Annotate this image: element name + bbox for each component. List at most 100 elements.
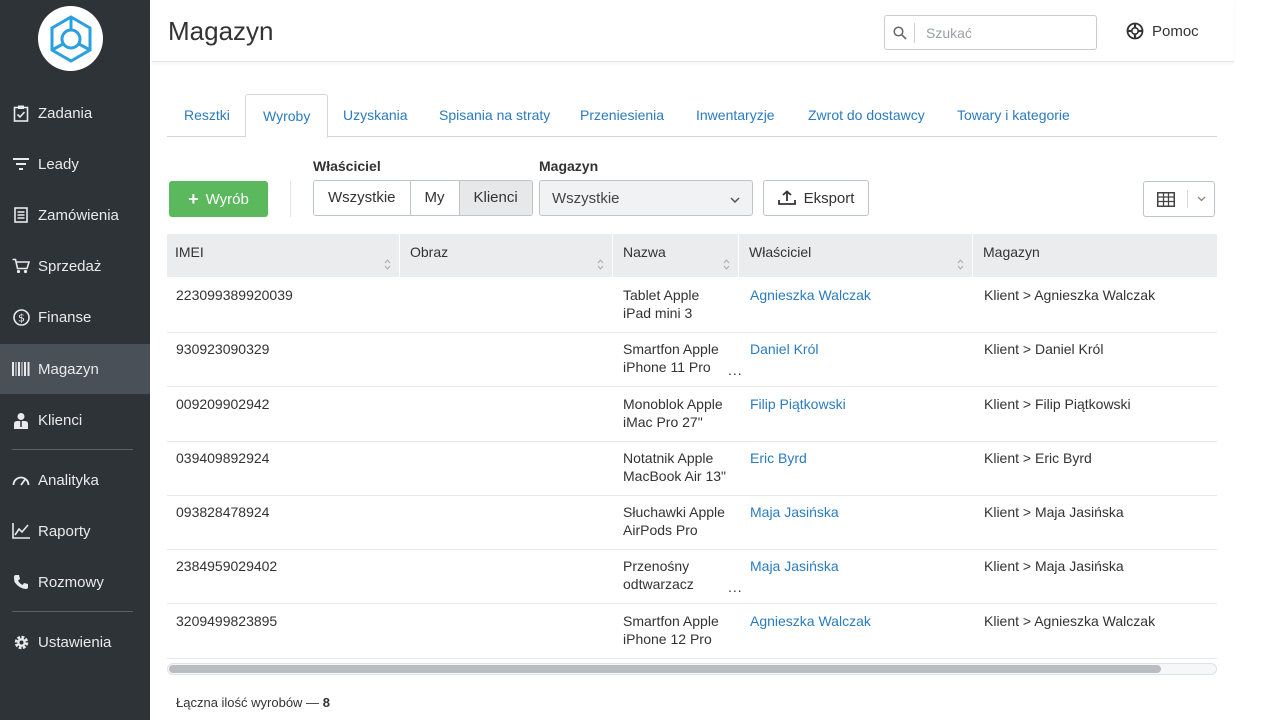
sidebar-item-leady[interactable]: Leady [0, 139, 150, 189]
barcode-icon [12, 360, 30, 378]
cell-name-line1: Tablet Apple [623, 287, 700, 303]
cell-name-line1: Smartfon Apple [623, 341, 719, 357]
cell-name-line2: AirPods Pro [623, 522, 698, 538]
cell-owner-link[interactable]: Filip Piątkowski [750, 395, 846, 413]
table-row[interactable]: 223099389920039 Tablet Apple iPad mini 3… [167, 278, 1217, 333]
cell-name-line1: Przenośny [623, 558, 690, 574]
tab-uzyskania[interactable]: Uzyskania [326, 94, 425, 137]
cell-imei: 223099389920039 [176, 287, 293, 303]
products-table: IMEI Obraz Nazwa Właściciel Magazyn 2230… [167, 234, 1217, 660]
sidebar-item-label: Sprzedaż [38, 257, 102, 275]
column-header-obraz[interactable]: Obraz [402, 234, 613, 277]
column-header-label: Nazwa [623, 244, 666, 260]
search-input[interactable] [915, 24, 1085, 41]
sidebar-item-klienci[interactable]: Klienci [0, 395, 150, 445]
sidebar-item-label: Analityka [38, 471, 99, 489]
table-row[interactable]: 930923090329 Smartfon Apple iPhone 11 Pr… [167, 332, 1217, 387]
sidebar-item-rozmowy[interactable]: Rozmowy [0, 557, 150, 607]
total-count-value: 8 [322, 695, 330, 710]
cell-name-line2: iPhone 11 Pro [623, 359, 711, 375]
tab-spisania-na-straty[interactable]: Spisania na straty [422, 94, 567, 137]
owner-filter: Wszystkie My Klienci [313, 180, 533, 216]
tab-towary-i-kategorie[interactable]: Towary i kategorie [940, 94, 1087, 137]
sidebar-item-analityka[interactable]: Analityka [0, 455, 150, 505]
sidebar-item-zadania[interactable]: Zadania [0, 88, 150, 138]
cell-name-line1: Monoblok Apple [623, 396, 723, 412]
export-icon [777, 190, 796, 206]
owner-option-my[interactable]: My [410, 181, 460, 215]
cell-name-line2: iMac Pro 27" [623, 414, 703, 430]
table-row[interactable]: 039409892924 Notatnik Apple MacBook Air … [167, 441, 1217, 496]
lifebuoy-icon [1126, 22, 1144, 40]
horizontal-scrollbar[interactable] [167, 663, 1217, 675]
cell-imei: 3209499823895 [176, 613, 278, 629]
help-button[interactable]: Pomoc [1126, 22, 1199, 40]
table-row[interactable]: 3209499823895 Smartfon Apple iPhone 12 P… [167, 604, 1217, 659]
cell-name-line2: odtwarzacz [623, 576, 694, 592]
scrollbar-thumb[interactable] [169, 665, 1161, 673]
owner-option-wszystkie[interactable]: Wszystkie [314, 181, 411, 215]
cell-owner-link[interactable]: Daniel Król [750, 340, 818, 358]
sidebar-item-finanse[interactable]: $ Finanse [0, 292, 150, 342]
sidebar-item-label: Zamówienia [38, 206, 119, 224]
sidebar-item-raporty[interactable]: Raporty [0, 506, 150, 556]
column-header-nazwa[interactable]: Nazwa [615, 234, 739, 277]
sidebar-divider [12, 449, 133, 450]
cell-owner-link[interactable]: Agnieszka Walczak [750, 612, 871, 630]
sidebar-item-ustawienia[interactable]: Ustawienia [0, 617, 150, 667]
export-button[interactable]: Eksport [763, 180, 869, 216]
orders-icon [12, 206, 30, 224]
chevron-down-icon [1188, 196, 1214, 202]
export-label: Eksport [803, 189, 855, 207]
column-header-imei[interactable]: IMEI [167, 234, 400, 277]
cell-name-line2: iPhone 12 Pro [623, 631, 712, 647]
sidebar-item-zamowienia[interactable]: Zamówienia [0, 190, 150, 240]
help-label: Pomoc [1152, 22, 1199, 40]
column-header-magazyn[interactable]: Magazyn [975, 234, 1217, 277]
search-box[interactable] [884, 15, 1097, 50]
cell-owner-link[interactable]: Maja Jasińska [750, 503, 839, 521]
total-count: Łączna ilość wyrobów — 8 [176, 695, 330, 710]
tab-wyroby[interactable]: Wyroby [245, 94, 329, 138]
tab-inwentaryzje[interactable]: Inwentaryzje [679, 94, 792, 137]
tab-zwrot-do-dostawcy[interactable]: Zwrot do dostawcy [791, 94, 942, 137]
cell-imei: 2384959029402 [176, 558, 278, 574]
column-view-button[interactable] [1143, 181, 1215, 217]
warehouse-select[interactable]: Wszystkie [539, 180, 753, 216]
sidebar-item-magazyn[interactable]: Magazyn [0, 344, 150, 394]
search-icon [885, 22, 915, 43]
tab-bar: Resztki Wyroby Uzyskania Spisania na str… [167, 94, 1217, 138]
app-logo[interactable] [38, 6, 103, 71]
cell-owner-link[interactable]: Eric Byrd [750, 449, 807, 467]
dollar-icon: $ [12, 308, 30, 326]
table-view-icon [1144, 190, 1188, 208]
cell-imei: 039409892924 [176, 450, 270, 466]
cell-name-ellipsis: ... [728, 579, 743, 595]
add-product-button[interactable]: + Wyrób [169, 181, 268, 217]
clipboard-icon [12, 104, 30, 122]
cell-name-line2: MacBook Air 13" [623, 468, 727, 484]
sidebar-divider [12, 611, 133, 612]
gear-icon [12, 633, 30, 651]
column-header-wlasciciel[interactable]: Właściciel [741, 234, 973, 277]
page-header: Magazyn Pomoc [152, 0, 1234, 62]
tab-resztki[interactable]: Resztki [167, 94, 247, 137]
table-row[interactable]: 009209902942 Monoblok Apple iMac Pro 27"… [167, 387, 1217, 442]
sidebar-item-sprzedaz[interactable]: Sprzedaż [0, 241, 150, 291]
filter-icon [12, 155, 30, 173]
table-row[interactable]: 093828478924 Słuchawki Apple AirPods Pro… [167, 495, 1217, 550]
tab-przeniesienia[interactable]: Przeniesienia [563, 94, 681, 137]
owner-option-klienci[interactable]: Klienci [459, 181, 532, 215]
cell-warehouse: Klient > Agnieszka Walczak [984, 287, 1156, 303]
owner-filter-label: Właściciel [313, 158, 381, 174]
sidebar-item-label: Klienci [38, 411, 83, 429]
sidebar-item-label: Rozmowy [38, 573, 104, 591]
cell-warehouse: Klient > Agnieszka Walczak [984, 613, 1156, 629]
column-header-label: IMEI [175, 244, 204, 260]
cell-owner-link[interactable]: Agnieszka Walczak [750, 286, 871, 304]
logo-icon [50, 14, 91, 63]
cell-warehouse: Klient > Filip Piątkowski [984, 396, 1131, 412]
table-row[interactable]: 2384959029402 Przenośny odtwarzacz ... M… [167, 549, 1217, 604]
chart-icon [12, 522, 30, 540]
cell-owner-link[interactable]: Maja Jasińska [750, 557, 839, 575]
